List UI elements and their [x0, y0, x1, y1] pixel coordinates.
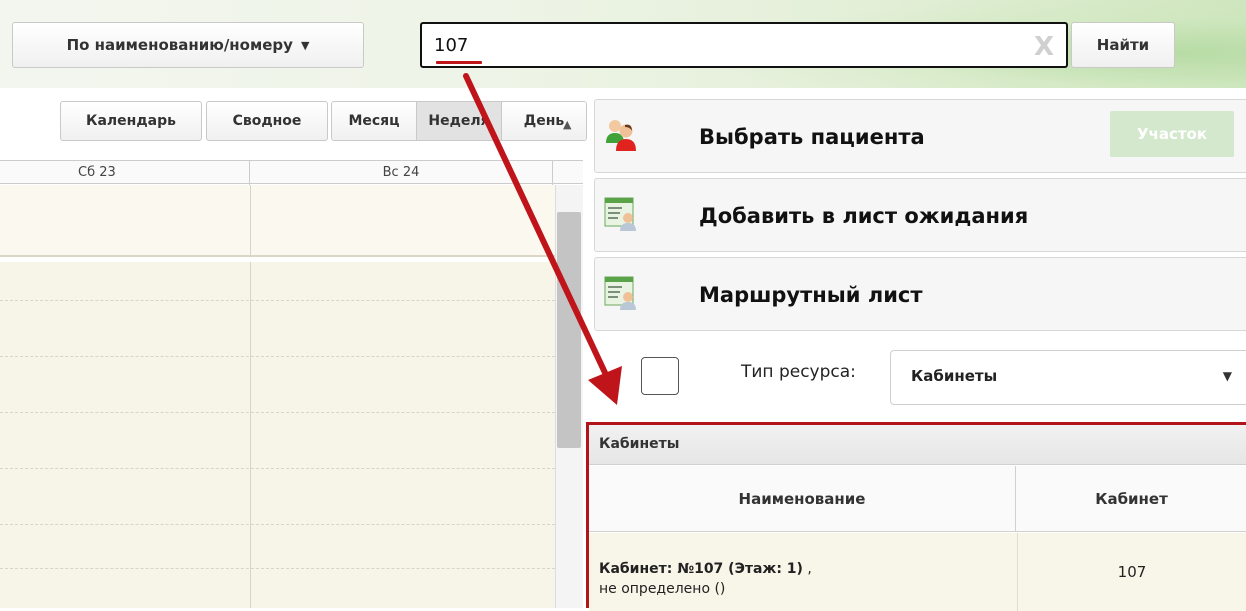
scroll-up-icon[interactable]: ▲	[563, 118, 571, 131]
tab-day[interactable]: День	[502, 102, 586, 140]
patients-icon	[606, 120, 636, 151]
select-patient-label: Выбрать пациента	[699, 125, 925, 149]
day-header-sun: Вс 24	[250, 161, 553, 185]
row-cabinet-cell: 107	[1017, 533, 1246, 611]
route-sheet-panel[interactable]: Маршрутный лист	[594, 257, 1246, 331]
calendar-grid: Сб 23 Вс 24	[0, 160, 583, 608]
grid-title: Кабинеты	[599, 436, 680, 452]
route-sheet-label: Маршрутный лист	[699, 283, 923, 307]
tab-week[interactable]: Неделя	[417, 102, 502, 140]
add-waitlist-panel[interactable]: Добавить в лист ожидания	[594, 178, 1246, 252]
select-patient-panel[interactable]: Выбрать пациента Участок	[594, 99, 1246, 173]
search-input[interactable]	[432, 30, 1012, 60]
search-mode-label: По наименованию/номеру	[66, 36, 293, 54]
tab-summary[interactable]: Сводное	[206, 101, 328, 141]
resource-type-label: Тип ресурса:	[741, 362, 856, 382]
search-mode-dropdown[interactable]: По наименованию/номеру ▼	[12, 22, 364, 68]
calendar-header: Сб 23 Вс 24	[0, 160, 583, 185]
row-name-bold: Кабинет: №107 (Этаж: 1)	[599, 561, 803, 577]
day-header-sat: Сб 23	[0, 161, 250, 185]
cabinets-grid: Кабинеты Наименование Кабинет Кабинет: №…	[586, 422, 1246, 611]
search-box: X	[420, 22, 1068, 68]
find-button[interactable]: Найти	[1071, 22, 1175, 68]
row-name-suffix: ,	[802, 561, 812, 577]
add-waitlist-label: Добавить в лист ожидания	[699, 204, 1029, 228]
uchastok-button[interactable]: Участок	[1110, 111, 1234, 157]
clear-icon[interactable]: X	[1034, 32, 1054, 62]
table-row[interactable]: Кабинет: №107 (Этаж: 1) , не определено …	[589, 533, 1246, 611]
tab-calendar[interactable]: Календарь	[60, 101, 202, 141]
scrollbar-thumb[interactable]	[557, 212, 581, 448]
column-header-cabinet[interactable]: Кабинет	[1017, 466, 1246, 532]
grid-header: Наименование Кабинет	[589, 466, 1246, 532]
list-card-icon	[604, 276, 636, 310]
row-name-line2: не определено ()	[599, 581, 726, 597]
chevron-down-icon: ▼	[300, 38, 310, 52]
period-tabs: Месяц Неделя День	[331, 101, 587, 141]
resource-type-value: Кабинеты	[911, 367, 998, 385]
list-card-icon	[604, 197, 636, 231]
spellcheck-underline	[436, 61, 482, 64]
resource-type-select[interactable]: Кабинеты ▼	[890, 350, 1246, 405]
grid-title-bar: Кабинеты	[589, 425, 1246, 465]
time-slots[interactable]	[0, 262, 555, 608]
resource-checkbox[interactable]	[641, 357, 679, 395]
column-header-name[interactable]: Наименование	[589, 466, 1016, 532]
row-name-cell: Кабинет: №107 (Этаж: 1) , не определено …	[599, 559, 812, 599]
tab-month[interactable]: Месяц	[332, 102, 417, 140]
all-day-row	[0, 185, 555, 257]
chevron-down-icon: ▼	[1222, 369, 1232, 383]
